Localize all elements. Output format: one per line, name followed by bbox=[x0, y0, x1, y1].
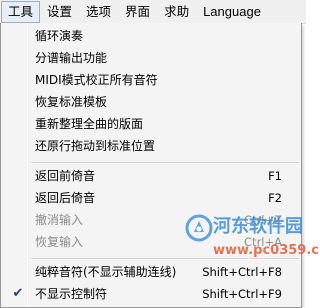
menu-item-hide-control-symbols[interactable]: ✔ 不显示控制符 Shift+Ctrl+F9 bbox=[3, 284, 299, 305]
menu-item-relayout[interactable]: 重新整理全曲的版面 bbox=[3, 114, 299, 135]
menu-item-label: 循环演奏 bbox=[35, 29, 84, 43]
menu-help[interactable]: 求助 bbox=[157, 1, 196, 23]
menu-item-shortcut: Ctrl+A bbox=[244, 235, 282, 249]
menu-bar: 工具 设置 选项 界面 求助 Language bbox=[0, 0, 306, 24]
menu-options[interactable]: 选项 bbox=[79, 1, 118, 23]
menu-language[interactable]: Language bbox=[196, 1, 268, 23]
menu-separator bbox=[31, 162, 299, 164]
tools-dropdown-menu: 循环演奏 分谱输出功能 MIDI模式校正所有音符 恢复标准模板 重新整理全曲的版… bbox=[0, 23, 302, 308]
menu-separator bbox=[31, 258, 299, 260]
menu-item-shortcut: F2 bbox=[268, 191, 282, 205]
menu-item-prev-grace[interactable]: 返回前倚音 F1 bbox=[3, 166, 299, 187]
menu-item-label: 分谱输出功能 bbox=[35, 51, 108, 65]
menu-item-part-output[interactable]: 分谱输出功能 bbox=[3, 48, 299, 69]
menu-item-label: 恢复标准模板 bbox=[35, 95, 108, 109]
menu-item-reset-row-drag[interactable]: 还原行拖动到标准位置 bbox=[3, 136, 299, 157]
menu-tools[interactable]: 工具 bbox=[1, 0, 41, 23]
menu-item-shortcut: Shift+Ctrl+F8 bbox=[202, 265, 282, 279]
checkmark-icon: ✔ bbox=[12, 286, 24, 301]
menu-item-label: 不显示控制符 bbox=[35, 287, 108, 301]
menu-item-midi-correct[interactable]: MIDI模式校正所有音符 bbox=[3, 70, 299, 91]
menu-item-next-grace[interactable]: 返回后倚音 F2 bbox=[3, 188, 299, 209]
menu-item-loop-play[interactable]: 循环演奏 bbox=[3, 26, 299, 47]
menu-item-undo[interactable]: 撤消输入 Ctrl+Z bbox=[3, 210, 299, 231]
menu-item-restore-template[interactable]: 恢复标准模板 bbox=[3, 92, 299, 113]
menu-item-label: 撤消输入 bbox=[35, 213, 84, 227]
menu-item-label: 重新整理全曲的版面 bbox=[35, 117, 144, 131]
menu-item-shortcut: Ctrl+Z bbox=[244, 213, 282, 227]
menu-item-shortcut: Shift+Ctrl+F9 bbox=[202, 287, 282, 301]
menu-item-redo[interactable]: 恢复输入 Ctrl+A bbox=[3, 232, 299, 253]
menu-item-label: 纯粹音符(不显示辅助连线) bbox=[35, 265, 177, 279]
menu-item-label: 返回后倚音 bbox=[35, 191, 96, 205]
menu-item-label: 返回前倚音 bbox=[35, 169, 96, 183]
menu-item-label: MIDI模式校正所有音符 bbox=[35, 73, 158, 87]
menu-item-label: 恢复输入 bbox=[35, 235, 84, 249]
menu-item-pure-notes[interactable]: 纯粹音符(不显示辅助连线) Shift+Ctrl+F8 bbox=[3, 262, 299, 283]
menu-item-label: 还原行拖动到标准位置 bbox=[35, 139, 156, 153]
menu-settings[interactable]: 设置 bbox=[40, 1, 79, 23]
menu-interface[interactable]: 界面 bbox=[118, 1, 157, 23]
menu-item-shortcut: F1 bbox=[268, 169, 282, 183]
